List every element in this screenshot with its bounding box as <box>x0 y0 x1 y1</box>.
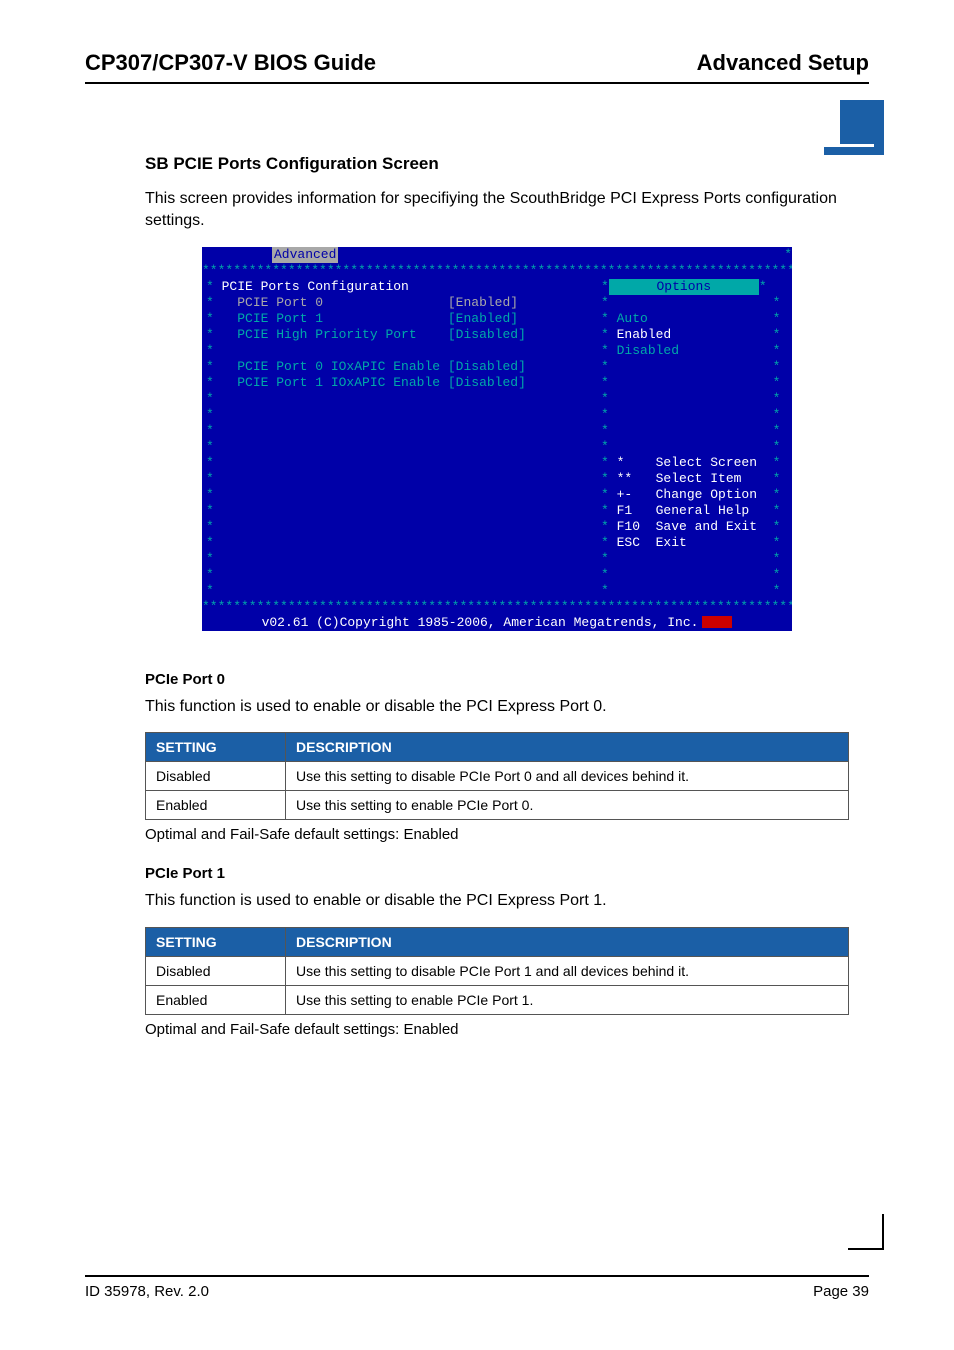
header-left: CP307/CP307-V BIOS Guide <box>85 50 376 76</box>
table-header-row: SETTING DESCRIPTION <box>146 927 849 956</box>
pcie0-title: PCIe Port 0 <box>145 671 849 688</box>
bios-body: * PCIE Ports Configuration * PCIE Port 0… <box>202 279 792 599</box>
page: CP307/CP307-V BIOS Guide Advanced Setup … <box>0 0 954 1350</box>
cell-setting: Disabled <box>146 956 286 985</box>
bios-help-line: * Auto * <box>601 311 788 327</box>
bios-footer-text: v02.61 (C)Copyright 1985-2006, American … <box>262 615 699 630</box>
bios-help-line: * * Select Screen * <box>601 455 788 471</box>
bios-blank-row: * <box>206 407 593 423</box>
bios-menubar: Advanced * <box>202 247 792 263</box>
bios-blank-row: * * <box>601 423 788 439</box>
section-title: SB PCIE Ports Configuration Screen <box>145 154 849 174</box>
bios-help-line: * +- Change Option * <box>601 487 788 503</box>
bios-blank-row: * <box>206 423 593 439</box>
cell-desc: Use this setting to disable PCIe Port 0 … <box>286 762 849 791</box>
bios-setting-row[interactable]: * PCIE High Priority Port [Disabled] <box>206 327 593 343</box>
bios-setting-row[interactable]: * PCIE Port 0 IOxAPIC Enable [Disabled] <box>206 359 593 375</box>
bios-help-line: * Disabled * <box>601 343 788 359</box>
footer-left: ID 35978, Rev. 2.0 <box>85 1283 209 1300</box>
bios-blank-row: * * <box>601 391 788 407</box>
bios-blank-row: * <box>206 519 593 535</box>
cell-setting: Enabled <box>146 791 286 820</box>
bios-border-bottom: ****************************************… <box>202 599 792 615</box>
bios-left-panel: * PCIE Ports Configuration * PCIE Port 0… <box>202 279 597 599</box>
footer-right: Page 39 <box>813 1283 869 1300</box>
footer: ID 35978, Rev. 2.0 Page 39 <box>85 1275 869 1300</box>
cell-setting: Disabled <box>146 762 286 791</box>
bios-help-line: * ESC Exit * <box>601 535 788 551</box>
footer-rule <box>85 1275 869 1277</box>
bios-setting-row[interactable]: * PCIE Port 1 [Enabled] <box>206 311 593 327</box>
bios-blank-row: * * <box>601 407 788 423</box>
bios-right-panel: *Options** ** Auto ** Enabled ** Disable… <box>597 279 792 599</box>
table-row: Enabled Use this setting to enable PCIe … <box>146 985 849 1014</box>
header-rule <box>85 82 869 84</box>
pcie1-desc: This function is used to enable or disab… <box>145 890 849 912</box>
pcie1-table: SETTING DESCRIPTION Disabled Use this se… <box>145 927 849 1015</box>
cell-desc: Use this setting to disable PCIe Port 1 … <box>286 956 849 985</box>
bios-blank-row: * * <box>601 359 788 375</box>
cell-desc: Use this setting to enable PCIe Port 1. <box>286 985 849 1014</box>
table-row: Disabled Use this setting to disable PCI… <box>146 956 849 985</box>
bios-blank-row: * <box>206 535 593 551</box>
bios-setting-row[interactable]: * PCIE Port 0 [Enabled] <box>206 295 593 311</box>
pcie0-table: SETTING DESCRIPTION Disabled Use this se… <box>145 732 849 820</box>
bios-blank-row: * <box>206 439 593 455</box>
bios-blank-row: * * <box>601 567 788 583</box>
th-setting: SETTING <box>146 733 286 762</box>
bios-blank-row: * <box>206 567 593 583</box>
page-corner-icon <box>848 1214 884 1250</box>
th-description: DESCRIPTION <box>286 733 849 762</box>
table-row: Enabled Use this setting to enable PCIe … <box>146 791 849 820</box>
bios-blank-row: * * <box>601 375 788 391</box>
bios-footer-bar-icon <box>702 616 732 628</box>
bios-blank-row: * * <box>601 551 788 567</box>
bios-blank-row: * <box>206 487 593 503</box>
th-setting: SETTING <box>146 927 286 956</box>
bios-blank-row: * <box>206 391 593 407</box>
cell-desc: Use this setting to enable PCIe Port 0. <box>286 791 849 820</box>
pcie0-desc: This function is used to enable or disab… <box>145 696 849 718</box>
bios-setting-row[interactable]: * PCIE Port 1 IOxAPIC Enable [Disabled] <box>206 375 593 391</box>
bios-blank-row: * <box>206 471 593 487</box>
bios-help-line: * F10 Save and Exit * <box>601 519 788 535</box>
section-intro: This screen provides information for spe… <box>145 188 849 233</box>
bios-footer: v02.61 (C)Copyright 1985-2006, American … <box>202 615 792 631</box>
th-description: DESCRIPTION <box>286 927 849 956</box>
bios-blank-row: * * <box>601 439 788 455</box>
pcie1-defaults: Optimal and Fail-Safe default settings: … <box>145 1021 849 1038</box>
bios-screenshot: Advanced * *****************************… <box>202 247 792 631</box>
bios-blank-row: * <box>206 455 593 471</box>
bios-border-top: ****************************************… <box>202 263 792 279</box>
bios-help-line: * Enabled * <box>601 327 788 343</box>
table-row: Disabled Use this setting to disable PCI… <box>146 762 849 791</box>
bios-blank-row: * <box>206 551 593 567</box>
bios-blank-row: * <box>206 583 593 599</box>
header: CP307/CP307-V BIOS Guide Advanced Setup <box>85 50 869 76</box>
bios-options-header: *Options* <box>601 279 788 295</box>
bios-blank-row: * <box>206 503 593 519</box>
bios-blank-row: * * <box>601 295 788 311</box>
bios-setting-row: * PCIE Ports Configuration <box>206 279 593 295</box>
corner-logo-icon <box>824 100 884 155</box>
bios-help-line: * F1 General Help * <box>601 503 788 519</box>
table-header-row: SETTING DESCRIPTION <box>146 733 849 762</box>
bios-blank-row: * <box>206 343 593 359</box>
cell-setting: Enabled <box>146 985 286 1014</box>
pcie1-title: PCIe Port 1 <box>145 865 849 882</box>
bios-help-line: * ** Select Item * <box>601 471 788 487</box>
bios-blank-row: * * <box>601 583 788 599</box>
header-right: Advanced Setup <box>697 50 869 76</box>
pcie0-defaults: Optimal and Fail-Safe default settings: … <box>145 826 849 843</box>
bios-tab-advanced[interactable]: Advanced <box>272 247 338 263</box>
content-area: SB PCIE Ports Configuration Screen This … <box>85 114 869 1038</box>
